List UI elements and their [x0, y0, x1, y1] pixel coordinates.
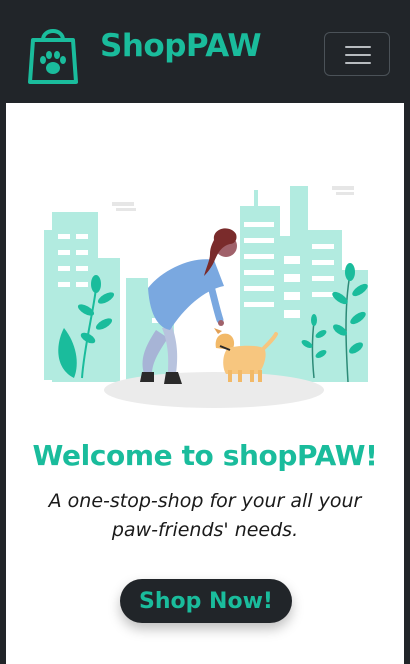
hero-section: Welcome to shopPAW! A one-stop-shop for … — [6, 103, 404, 664]
navbar: ShopPAW — [0, 0, 410, 103]
tagline-line-1: A one-stop-shop for your all your — [48, 490, 362, 512]
tagline: A one-stop-shop for your all your paw-fr… — [30, 487, 380, 545]
navbar-toggler-button[interactable] — [324, 32, 390, 76]
brand-name[interactable]: ShopPAW — [100, 28, 262, 64]
hamburger-menu-icon — [345, 46, 371, 48]
tagline-line-2: paw-friends' needs. — [111, 519, 299, 541]
shop-now-button[interactable]: Shop Now! — [120, 579, 292, 623]
welcome-heading: Welcome to shopPAW! — [32, 439, 378, 472]
shopping-bag-paw-icon[interactable] — [28, 24, 78, 86]
woman-petting-dog-illustration — [44, 186, 368, 408]
